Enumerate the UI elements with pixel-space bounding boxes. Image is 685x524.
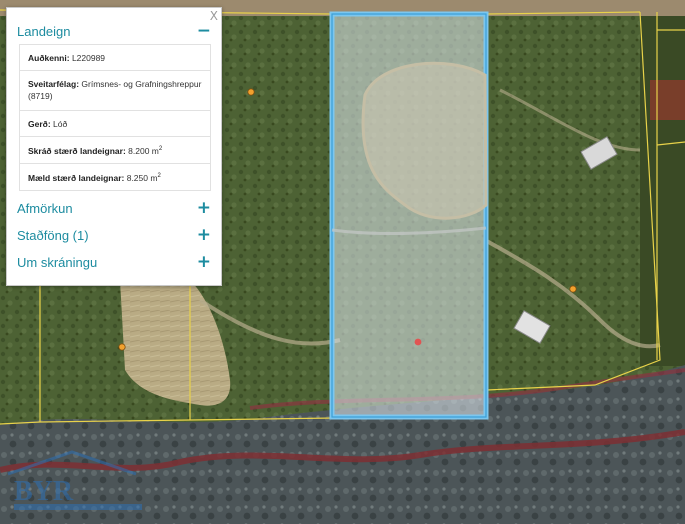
selected-parcel[interactable] xyxy=(329,11,489,420)
section-header-stadfong[interactable]: Staðföng (1) + xyxy=(7,222,221,249)
address-marker[interactable] xyxy=(569,285,577,293)
detail-value: 8.250 m xyxy=(126,172,158,183)
close-button[interactable]: X xyxy=(210,9,218,23)
detail-value: 8.200 m xyxy=(128,145,159,156)
property-details-table: Auðkenni: L220989 Sveitarfélag: Grímsnes… xyxy=(19,44,211,191)
detail-row-registered-size: Skráð stærð landeignar: 8.200 m2 xyxy=(20,137,210,164)
parcel-center-marker[interactable] xyxy=(414,338,422,346)
detail-value: Lóð xyxy=(53,118,68,129)
section-header-afmorkun[interactable]: Afmörkun + xyxy=(7,195,221,222)
detail-label: Mæld stærð landeignar: xyxy=(28,172,125,183)
expand-icon[interactable]: + xyxy=(197,200,211,217)
address-marker[interactable] xyxy=(247,88,255,96)
detail-label: Skráð stærð landeignar: xyxy=(28,145,126,156)
expand-icon[interactable]: + xyxy=(197,254,211,271)
section-header-um-skraningu[interactable]: Um skráningu + xyxy=(7,249,221,276)
detail-value: L220989 xyxy=(71,52,106,63)
tree-line xyxy=(640,16,685,366)
detail-label: Sveitarfélag: xyxy=(28,79,80,89)
info-panel: X Landeign − Auðkenni: L220989 Sveitarfé… xyxy=(6,7,222,286)
brand-logo-text: BYR xyxy=(14,476,74,507)
red-gravel-strip xyxy=(650,80,685,120)
unit-superscript: 2 xyxy=(157,172,161,179)
section-title: Afmörkun xyxy=(17,200,73,216)
section-title: Staðföng (1) xyxy=(17,227,89,243)
detail-row-measured-size: Mæld stærð landeignar: 8.250 m2 xyxy=(20,164,210,190)
detail-row-id: Auðkenni: L220989 xyxy=(20,45,210,71)
collapsed-sections: Afmörkun + Staðföng (1) + Um skráningu + xyxy=(7,195,221,276)
detail-row-type: Gerð: Lóð xyxy=(20,111,210,137)
detail-label: Auðkenni: xyxy=(28,52,70,63)
collapse-icon[interactable]: − xyxy=(197,23,211,40)
expand-icon[interactable]: + xyxy=(197,227,211,244)
detail-row-municipality: Sveitarfélag: Grímsnes- og Grafningshrep… xyxy=(20,71,210,111)
section-title: Landeign xyxy=(17,23,71,39)
address-marker[interactable] xyxy=(118,343,126,351)
section-title: Um skráningu xyxy=(17,254,98,270)
detail-label: Gerð: xyxy=(28,118,51,129)
unit-superscript: 2 xyxy=(158,146,163,152)
section-header-landeign[interactable]: Landeign − xyxy=(7,18,221,44)
